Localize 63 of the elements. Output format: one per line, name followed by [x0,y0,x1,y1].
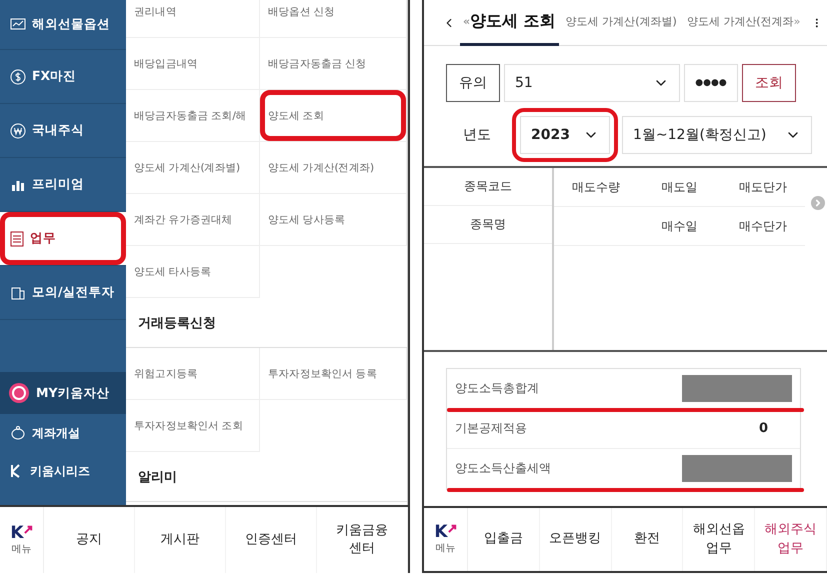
nav-tab[interactable]: 게시판 [135,507,226,573]
column-header: 매도단가 [738,178,788,196]
sidebar-item[interactable]: FX마진 [0,50,126,104]
dollar-icon [10,68,26,84]
password-field[interactable]: ●●●● [684,64,738,102]
menu-item[interactable]: 권리내역 [126,0,260,38]
nav-tab[interactable]: 환전 [612,508,684,571]
menu-item[interactable]: 배당금자동출금 조회/해 [126,90,260,142]
sidebar-item[interactable]: 해외선물옵션 [0,0,126,50]
sidebar-item[interactable]: 프리미엄 [0,158,126,212]
chart-icon [10,18,26,32]
menu-item[interactable]: 양도세 당사등록 [260,194,407,246]
nav-tab[interactable]: 공지 [44,507,135,573]
notice-button[interactable]: 유의 [446,64,500,102]
column-header: 매도일 [660,178,698,196]
menu-item[interactable]: 배당옵션 신청 [260,0,407,38]
menu-button[interactable]: K 메뉴 [0,507,44,573]
summary-label: 양도소득산출세액 [455,460,551,478]
tab[interactable]: «양도세 조회 [460,0,559,46]
account-dropdown[interactable]: 51 [504,64,680,102]
nav-tab[interactable]: 인증센터 [226,507,317,573]
arrow-icon [448,524,457,534]
sidebar-link[interactable]: 계좌개설 [0,414,126,452]
column-header: 매수일 [660,218,698,234]
section-heading: 알리미 [126,452,407,502]
search-button[interactable]: 조회 [742,64,796,102]
sidebar-item[interactable]: 국내주식 [0,104,126,158]
menu-button[interactable]: K 메뉴 [424,508,468,571]
year-label: 년도 [462,126,492,144]
arrow-icon [24,524,33,534]
nav-tab[interactable]: 입출금 [468,508,540,571]
year-dropdown[interactable]: 2023 [520,116,610,154]
column-header: 종목코드 [424,168,552,206]
menu-item[interactable]: 양도세 가계산(전계좌) [260,142,407,194]
menu-item[interactable]: 배당입금내역 [126,38,260,90]
period-dropdown[interactable]: 1월~12월(확정신고) [622,116,812,154]
nav-tab[interactable]: 해외주식 업무 [755,508,827,571]
sidebar-item[interactable]: 업무 [0,212,126,266]
nav-tab[interactable]: 키움금융 센터 [317,507,408,573]
summary-label: 기본공제적용 [455,420,527,438]
nav-tab[interactable]: 오픈뱅킹 [540,508,612,571]
column-header: 매수단가 [738,218,788,234]
menu-item[interactable]: 투자자정보확인서 등록 [260,348,407,400]
list-icon [10,230,24,246]
sidebar-link[interactable]: 키움시리즈 [0,452,126,490]
tab[interactable]: 양도세 가계산(전계좌» [684,0,804,46]
my-assets-button[interactable]: MY키움자산 [0,372,126,414]
section-heading: 거래등록신청 [126,298,407,348]
coin-icon [10,122,26,138]
menu-item[interactable]: 양도세 타사등록 [126,246,260,298]
column-header: 종목명 [424,206,552,244]
sidebar-item[interactable]: 모의/실전투자 [0,266,126,320]
menu-item[interactable]: 양도세 조회 [260,90,407,142]
summary-label: 양도소득총합계 [455,380,539,398]
tab[interactable]: 양도세 가계산(계좌별) [562,0,680,46]
menu-item[interactable]: 위험고지등록 [126,348,260,400]
menu-item[interactable]: 배당금자동출금 신청 [260,38,407,90]
menu-item[interactable]: 양도세 가계산(계좌별) [126,142,260,194]
summary-value: 0 [758,421,768,436]
nav-tab[interactable]: 해외선옵 업무 [683,508,756,571]
menu-item[interactable]: 계좌간 유가증권대체 [126,194,260,246]
column-header: 매도수량 [570,178,621,196]
menu-item[interactable]: 투자자정보확인서 조회 [126,400,260,452]
